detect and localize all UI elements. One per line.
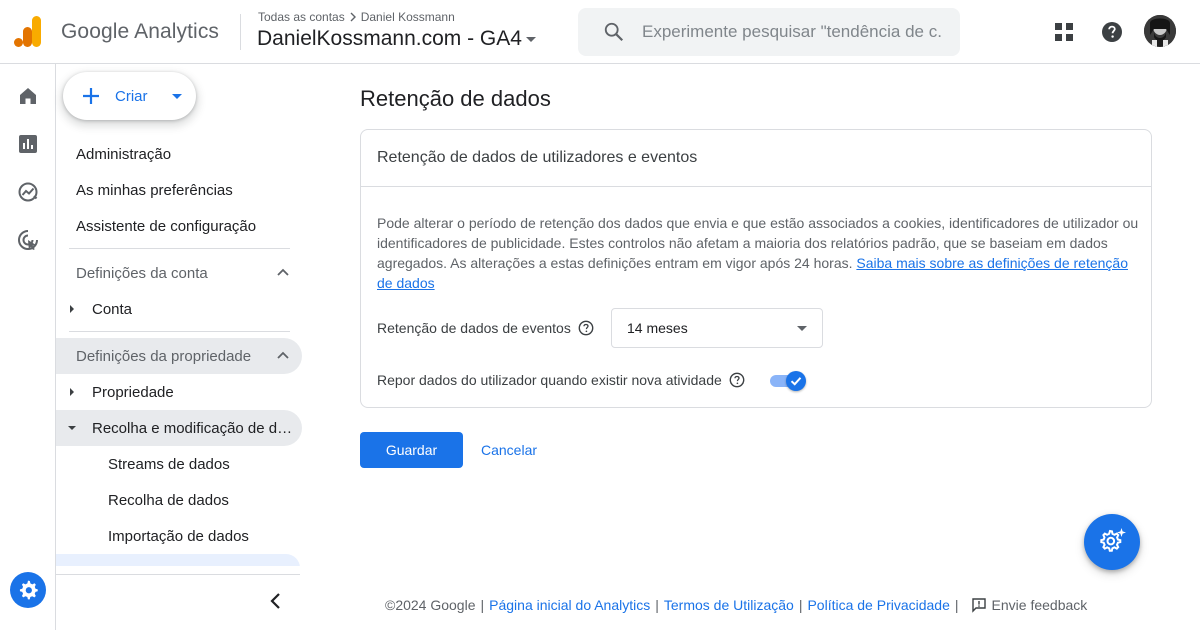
top-bar: Google Analytics Todas as contas Daniel … xyxy=(0,0,1200,64)
footer-copyright: ©2024 Google xyxy=(385,597,476,613)
reset-user-data-row: Repor dados do utilizador quando existir… xyxy=(377,372,745,388)
user-photo-icon xyxy=(1144,15,1176,47)
nav-item-selected-partial[interactable] xyxy=(56,554,300,566)
nav-item-label: Recolha e modificação de dados xyxy=(92,419,294,437)
caret-right-icon xyxy=(70,305,74,313)
event-retention-select[interactable]: 14 meses xyxy=(611,308,823,348)
breadcrumb-root[interactable]: Todas as contas xyxy=(258,10,345,24)
footer-link-analytics-home[interactable]: Página inicial do Analytics xyxy=(489,597,650,613)
feedback-label: Envie feedback xyxy=(991,597,1088,613)
nav-divider xyxy=(69,331,290,332)
brand-name: Google Analytics xyxy=(61,20,220,43)
create-button-label: Criar xyxy=(115,87,148,105)
home-icon[interactable] xyxy=(16,84,40,108)
send-feedback-button[interactable]: Envie feedback xyxy=(971,597,1088,613)
nav-divider xyxy=(56,574,300,575)
chevron-down-icon xyxy=(797,326,807,331)
help-icon[interactable] xyxy=(1100,20,1124,44)
nav-item-data-collection[interactable]: Recolha de dados xyxy=(56,482,302,518)
settings-sparkle-icon xyxy=(1100,528,1126,552)
retention-description: Pode alterar o período de retenção dos d… xyxy=(377,213,1145,293)
reset-user-data-label: Repor dados do utilizador quando existir… xyxy=(377,372,722,388)
collapse-nav-icon[interactable] xyxy=(264,589,288,613)
avatar[interactable] xyxy=(1144,15,1176,47)
nav-item-label: As minhas preferências xyxy=(76,181,233,199)
plus-icon xyxy=(83,88,99,104)
left-rail xyxy=(0,64,56,630)
nav-item-data-collection-modification[interactable]: Recolha e modificação de dados xyxy=(56,410,302,446)
event-retention-row: Retenção de dados de eventos xyxy=(377,320,594,336)
reports-icon[interactable] xyxy=(16,132,40,156)
nav-section-label: Definições da conta xyxy=(76,264,208,282)
nav-item-property[interactable]: Propriedade xyxy=(56,374,302,410)
breadcrumb-account[interactable]: Daniel Kossmann xyxy=(361,10,455,24)
help-outline-icon[interactable] xyxy=(578,320,594,336)
analytics-logo-icon[interactable] xyxy=(14,16,42,48)
nav-item-label: Recolha de dados xyxy=(108,491,229,509)
footer-separator: | xyxy=(480,597,485,613)
admin-button[interactable] xyxy=(10,572,46,608)
nav-item-data-import[interactable]: Importação de dados xyxy=(56,518,302,554)
caret-down-icon xyxy=(68,426,76,430)
nav-item-preferences[interactable]: As minhas preferências xyxy=(56,172,302,208)
caret-right-icon xyxy=(70,388,74,396)
footer-separator: | xyxy=(798,597,803,613)
chevron-up-icon xyxy=(277,268,289,276)
header-divider xyxy=(240,14,241,50)
page-title: Retenção de dados xyxy=(360,86,551,111)
admin-nav: Administração As minhas preferências Ass… xyxy=(56,136,306,566)
property-selector[interactable]: DanielKossmann.com - GA4 xyxy=(257,27,536,51)
advertising-icon[interactable] xyxy=(16,228,40,252)
event-retention-label: Retenção de dados de eventos xyxy=(377,320,571,336)
cancel-button[interactable]: Cancelar xyxy=(467,432,551,468)
search-bar[interactable] xyxy=(578,8,960,56)
check-icon xyxy=(790,377,802,386)
search-input[interactable] xyxy=(642,22,942,42)
nav-item-setup-assistant[interactable]: Assistente de configuração xyxy=(56,208,302,244)
help-outline-icon[interactable] xyxy=(729,372,745,388)
nav-item-administration[interactable]: Administração xyxy=(56,136,302,172)
nav-item-data-streams[interactable]: Streams de dados xyxy=(56,446,302,482)
nav-section-account-settings[interactable]: Definições da conta xyxy=(56,255,302,291)
apps-grid-icon[interactable] xyxy=(1052,20,1076,44)
selected-value: 14 meses xyxy=(627,320,688,336)
chevron-down-icon xyxy=(171,93,182,99)
footer: ©2024 Google | Página inicial do Analyti… xyxy=(385,597,1087,613)
explore-icon[interactable] xyxy=(16,180,40,204)
nav-section-label: Definições da propriedade xyxy=(76,347,252,365)
property-name: DanielKossmann.com - GA4 xyxy=(257,27,522,50)
footer-separator: | xyxy=(954,597,959,613)
nav-item-label: Streams de dados xyxy=(108,455,230,473)
nav-item-label: Administração xyxy=(76,145,172,163)
save-button[interactable]: Guardar xyxy=(360,432,463,468)
reset-user-data-toggle[interactable] xyxy=(769,370,809,392)
chevron-up-icon xyxy=(277,351,289,359)
feedback-icon xyxy=(971,598,986,613)
footer-separator: | xyxy=(655,597,659,613)
retention-card: Retenção de dados de utilizadores e even… xyxy=(360,129,1152,408)
nav-section-property-settings[interactable]: Definições da propriedade xyxy=(56,338,302,374)
footer-link-terms[interactable]: Termos de Utilização xyxy=(664,597,794,613)
nav-item-account[interactable]: Conta xyxy=(56,291,302,327)
nav-item-label: Importação de dados xyxy=(108,527,249,545)
nav-item-label: Assistente de configuração xyxy=(76,217,257,235)
admin-gear-icon xyxy=(19,580,38,600)
analytics-assistant-button[interactable] xyxy=(1084,514,1140,570)
card-divider xyxy=(361,186,1151,187)
breadcrumb[interactable]: Todas as contas Daniel Kossmann xyxy=(258,10,455,24)
search-icon xyxy=(604,22,624,42)
toggle-knob xyxy=(786,371,806,391)
chevron-right-icon xyxy=(350,12,356,22)
card-title: Retenção de dados de utilizadores e even… xyxy=(377,149,698,166)
nav-divider xyxy=(69,248,290,249)
footer-link-privacy[interactable]: Política de Privacidade xyxy=(807,597,949,613)
create-button[interactable]: Criar xyxy=(63,72,196,120)
chevron-down-icon xyxy=(525,36,536,42)
